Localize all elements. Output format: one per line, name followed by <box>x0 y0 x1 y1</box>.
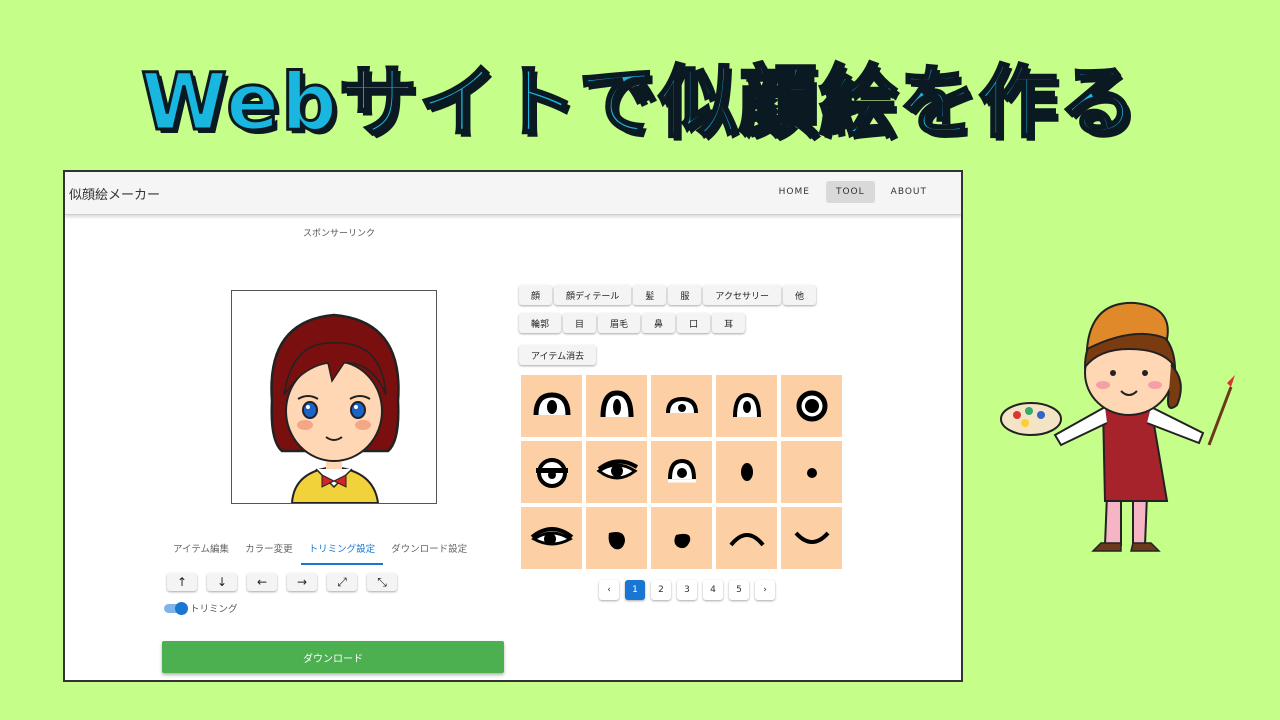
category-nose[interactable]: 鼻 <box>642 313 676 333</box>
eye-shape-icon <box>535 458 568 488</box>
expand-button[interactable]: ⤢ <box>327 573 357 591</box>
category-face-detail[interactable]: 顔ディテール <box>554 285 632 305</box>
download-button[interactable]: ダウンロード <box>162 641 504 673</box>
eye-shape-icon <box>533 392 570 416</box>
tab-color-change[interactable]: カラー変更 <box>237 535 301 565</box>
move-up-button[interactable]: ↑ <box>167 573 197 591</box>
trim-controls: ↑ ↓ ← → ⤢ ⤡ <box>167 573 397 591</box>
banner-title: Webサイトで似顔絵を作る <box>140 57 1139 150</box>
category-eyes[interactable]: 目 <box>563 313 597 333</box>
move-right-button[interactable]: → <box>287 573 317 591</box>
eye-shape-icon <box>673 533 690 549</box>
eye-shape-icon <box>595 459 638 480</box>
eye-item[interactable] <box>521 441 582 503</box>
next-page-icon[interactable]: › <box>755 580 775 600</box>
portrait-illustration <box>270 313 400 503</box>
clear-item-button[interactable]: アイテム消去 <box>519 345 597 365</box>
eye-shape-icon <box>728 533 765 547</box>
sponsor-link-label: スポンサーリンク <box>303 229 376 239</box>
eye-item[interactable] <box>716 441 777 503</box>
app-header: 似顔絵メーカー HOME TOOL ABOUT <box>65 172 961 215</box>
category-row-1: 顔 顔ディテール 髪 服 アクセサリー 他 <box>519 285 816 305</box>
category-hair[interactable]: 髪 <box>633 285 667 305</box>
eye-item[interactable] <box>781 507 842 569</box>
category-outline[interactable]: 輪郭 <box>519 313 562 333</box>
nav-home[interactable]: HOME <box>769 181 820 203</box>
page-3[interactable]: 3 <box>677 580 697 600</box>
category-face[interactable]: 顔 <box>519 285 553 305</box>
app-title: 似顔絵メーカー <box>69 188 161 203</box>
eye-item[interactable] <box>716 507 777 569</box>
eye-shape-icon <box>665 396 698 414</box>
move-down-button[interactable]: ↓ <box>207 573 237 591</box>
toggle-switch[interactable] <box>164 601 188 615</box>
tab-item-edit[interactable]: アイテム編集 <box>165 535 237 565</box>
eye-shape-icon <box>740 463 753 481</box>
painter-illustration <box>1000 301 1235 552</box>
page-5[interactable]: 5 <box>729 580 749 600</box>
eye-item[interactable] <box>651 375 712 437</box>
page-2[interactable]: 2 <box>651 580 671 600</box>
eye-item[interactable] <box>586 441 647 503</box>
eye-item[interactable] <box>716 375 777 437</box>
eye-shape-icon <box>794 531 829 544</box>
category-eyebrows[interactable]: 眉毛 <box>598 313 641 333</box>
eye-item[interactable] <box>521 375 582 437</box>
shrink-button[interactable]: ⤡ <box>367 573 397 591</box>
portrait-preview <box>231 290 437 504</box>
toggle-knob <box>175 601 188 615</box>
pagination: ‹ 1 2 3 4 5 › <box>599 580 775 600</box>
page-1[interactable]: 1 <box>625 580 645 600</box>
eye-item-grid <box>521 375 842 569</box>
eye-item[interactable] <box>781 441 842 503</box>
trimming-toggle[interactable]: トリミング <box>164 601 238 615</box>
page-4[interactable]: 4 <box>703 580 723 600</box>
eye-shape-icon <box>600 390 633 418</box>
category-other[interactable]: 他 <box>782 285 816 305</box>
eye-item[interactable] <box>521 507 582 569</box>
settings-tabs: アイテム編集 カラー変更 トリミング設定 ダウンロード設定 <box>165 535 475 565</box>
nav-about[interactable]: ABOUT <box>881 181 937 203</box>
category-ears[interactable]: 耳 <box>712 313 746 333</box>
category-mouth[interactable]: 口 <box>677 313 711 333</box>
tab-download-settings[interactable]: ダウンロード設定 <box>383 535 475 565</box>
toggle-label: トリミング <box>190 604 238 615</box>
eye-shape-icon <box>667 458 696 483</box>
eye-shape-icon <box>806 468 817 478</box>
prev-page-icon[interactable]: ‹ <box>599 580 619 600</box>
eye-item[interactable] <box>651 507 712 569</box>
eye-shape-icon <box>608 532 625 550</box>
eye-shape-icon <box>732 392 761 418</box>
eye-item[interactable] <box>586 375 647 437</box>
category-row-2: 輪郭 目 眉毛 鼻 口 耳 <box>519 313 746 333</box>
eye-item[interactable] <box>781 375 842 437</box>
nav-bar: HOME TOOL ABOUT <box>769 181 937 203</box>
eye-shape-icon <box>530 527 573 546</box>
category-clothes[interactable]: 服 <box>668 285 702 305</box>
eye-item[interactable] <box>651 441 712 503</box>
tab-trimming[interactable]: トリミング設定 <box>300 535 384 565</box>
clear-row: アイテム消去 <box>519 345 597 365</box>
category-accessory[interactable]: アクセサリー <box>703 285 781 305</box>
nav-tool[interactable]: TOOL <box>825 181 875 203</box>
app-window: 似顔絵メーカー HOME TOOL ABOUT スポンサーリンク アイテム編集 … <box>63 170 963 682</box>
move-left-button[interactable]: ← <box>247 573 277 591</box>
eye-item[interactable] <box>586 507 647 569</box>
eye-shape-icon <box>796 390 827 422</box>
